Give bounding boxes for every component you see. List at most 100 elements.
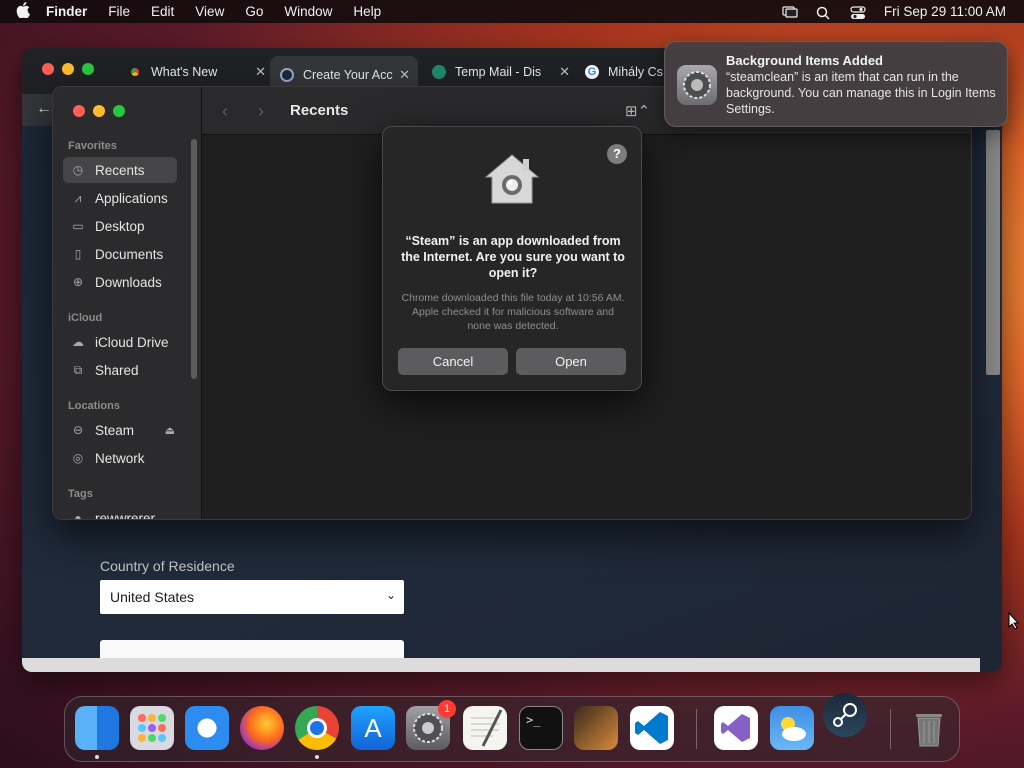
tag-dot-icon: ●: [74, 511, 82, 520]
finder-window-controls: [73, 105, 125, 117]
tab-google[interactable]: G Mihály Cs: [585, 60, 665, 84]
sidebar-item-desktop[interactable]: ▭ Desktop: [63, 213, 177, 239]
control-center-icon[interactable]: [850, 5, 866, 19]
running-indicator: [95, 755, 99, 759]
close-tab-icon[interactable]: ✕: [559, 64, 570, 80]
safari-icon[interactable]: [185, 706, 229, 750]
launchpad-icon[interactable]: [130, 706, 174, 750]
chrome-icon: [128, 65, 142, 79]
system-settings-gear-icon: [677, 65, 717, 105]
steam-icon[interactable]: [823, 693, 867, 737]
clock-icon: ◷: [72, 163, 84, 177]
apple-menu-icon[interactable]: [0, 1, 46, 22]
menu-edit[interactable]: Edit: [151, 4, 174, 19]
steam-icon: [280, 68, 294, 82]
menu-bar: Finder File Edit View Go Window Help Fri…: [0, 0, 1024, 23]
sidebar-item-recents[interactable]: ◷ Recents: [63, 157, 177, 183]
menu-file[interactable]: File: [108, 4, 130, 19]
menu-window[interactable]: Window: [284, 4, 332, 19]
sidebar-item-label: Downloads: [95, 274, 162, 290]
cancel-button[interactable]: Cancel: [398, 348, 508, 375]
gatekeeper-house-icon: [484, 154, 540, 204]
finder-icon[interactable]: [75, 706, 119, 750]
textedit-icon[interactable]: [463, 706, 507, 750]
shared-folder-icon: ⧉: [73, 362, 83, 377]
minimize-window-button[interactable]: [93, 105, 105, 117]
tab-label: Temp Mail - Dis: [455, 65, 542, 79]
finder-sidebar: Favorites ◷ Recents ⩘ Applications ▭ Deskto…: [53, 87, 202, 519]
help-button[interactable]: ?: [607, 144, 627, 164]
sidebar-item-tag[interactable]: ● rewwrerer: [63, 505, 177, 520]
tab-whats-new[interactable]: What's New ✕: [128, 60, 266, 84]
visual-studio-icon[interactable]: [714, 706, 758, 750]
horizontal-scrollbar[interactable]: [22, 658, 980, 672]
sidebar-section-icloud: iCloud: [68, 312, 103, 324]
sidebar-item-label: Shared: [95, 362, 139, 378]
close-window-button[interactable]: [73, 105, 85, 117]
sidebar-item-network[interactable]: ◎ Network: [63, 445, 177, 471]
menu-finder[interactable]: Finder: [46, 4, 87, 19]
terminal-icon[interactable]: >_: [519, 706, 563, 750]
applications-icon: ⩘: [74, 190, 82, 205]
country-select[interactable]: United States ⌄: [100, 580, 404, 614]
back-chevron-icon[interactable]: ‹: [222, 101, 228, 122]
minimize-window-button[interactable]: [62, 63, 74, 75]
tab-label: Create Your Acc: [303, 68, 393, 82]
spotlight-search-icon[interactable]: [816, 6, 832, 20]
desktop-icon: ▭: [72, 219, 84, 233]
country-label: Country of Residence: [100, 558, 235, 574]
menu-help[interactable]: Help: [353, 4, 381, 19]
gatekeeper-dialog: ? “Steam” is an app downloaded from the …: [382, 126, 642, 391]
sidebar-section-favorites: Favorites: [68, 140, 117, 152]
tab-label: What's New: [151, 65, 218, 79]
background-items-notification[interactable]: Background Items Added “steamclean” is a…: [664, 41, 1008, 127]
sidebar-scrollbar[interactable]: [191, 139, 197, 379]
sidebar-item-label: iCloud Drive: [95, 334, 169, 350]
menu-go[interactable]: Go: [245, 4, 263, 19]
sidebar-item-label: Documents: [95, 246, 164, 262]
tab-label: Mihály Cs: [608, 65, 663, 79]
zoom-window-button[interactable]: [82, 63, 94, 75]
app-store-icon[interactable]: A: [351, 706, 395, 750]
eject-icon[interactable]: ⏏: [165, 424, 175, 437]
sidebar-item-icloud-drive[interactable]: ☁ iCloud Drive: [63, 329, 177, 355]
chrome-icon[interactable]: [295, 706, 339, 750]
sidebar-item-label: Network: [95, 450, 145, 466]
network-globe-icon: ◎: [72, 451, 84, 465]
sidebar-item-label: Applications: [95, 190, 168, 206]
grid-view-icon[interactable]: ⊞⌃: [625, 102, 650, 120]
forward-chevron-icon[interactable]: ›: [258, 101, 264, 122]
system-settings-icon[interactable]: 1: [406, 700, 456, 750]
tab-temp-mail[interactable]: Temp Mail - Dis ✕: [432, 60, 570, 84]
sidebar-item-downloads[interactable]: ⊕ Downloads: [63, 269, 177, 295]
zoom-window-button[interactable]: [113, 105, 125, 117]
vscode-icon[interactable]: [630, 706, 674, 750]
sidebar-item-label: Steam: [95, 422, 135, 438]
finder-title: Recents: [290, 102, 349, 119]
sidebar-item-applications[interactable]: ⩘ Applications: [63, 185, 177, 211]
vertical-scrollbar[interactable]: [986, 130, 1000, 375]
close-tab-icon[interactable]: ✕: [255, 64, 266, 80]
sidebar-item-shared[interactable]: ⧉ Shared: [63, 357, 177, 383]
back-arrow-icon[interactable]: ←: [36, 100, 52, 118]
menu-view[interactable]: View: [195, 4, 224, 19]
disk-icon: ⊖: [72, 423, 84, 437]
menubar-clock[interactable]: Fri Sep 29 11:00 AM: [884, 4, 1006, 19]
weather-icon[interactable]: [770, 706, 814, 750]
sidebar-item-steam[interactable]: ⊖ Steam ⏏: [63, 417, 187, 443]
chevron-down-icon: ⌄: [385, 588, 396, 602]
country-select-value: United States: [110, 589, 195, 605]
tempmail-icon: [432, 65, 446, 79]
open-button[interactable]: Open: [516, 348, 626, 375]
close-window-button[interactable]: [42, 63, 54, 75]
trash-icon[interactable]: [907, 706, 951, 750]
firefox-icon[interactable]: [240, 706, 284, 750]
screen-mirroring-icon[interactable]: [782, 5, 798, 18]
garageband-guitar-icon[interactable]: [574, 706, 618, 750]
notification-badge: 1: [438, 700, 456, 718]
sidebar-item-label: Desktop: [95, 218, 145, 234]
dock: A 1 >_: [64, 693, 960, 762]
close-tab-icon[interactable]: ✕: [399, 67, 410, 83]
notification-body: “steamclean” is an item that can run in …: [726, 70, 996, 116]
sidebar-item-documents[interactable]: ▯ Documents: [63, 241, 177, 267]
